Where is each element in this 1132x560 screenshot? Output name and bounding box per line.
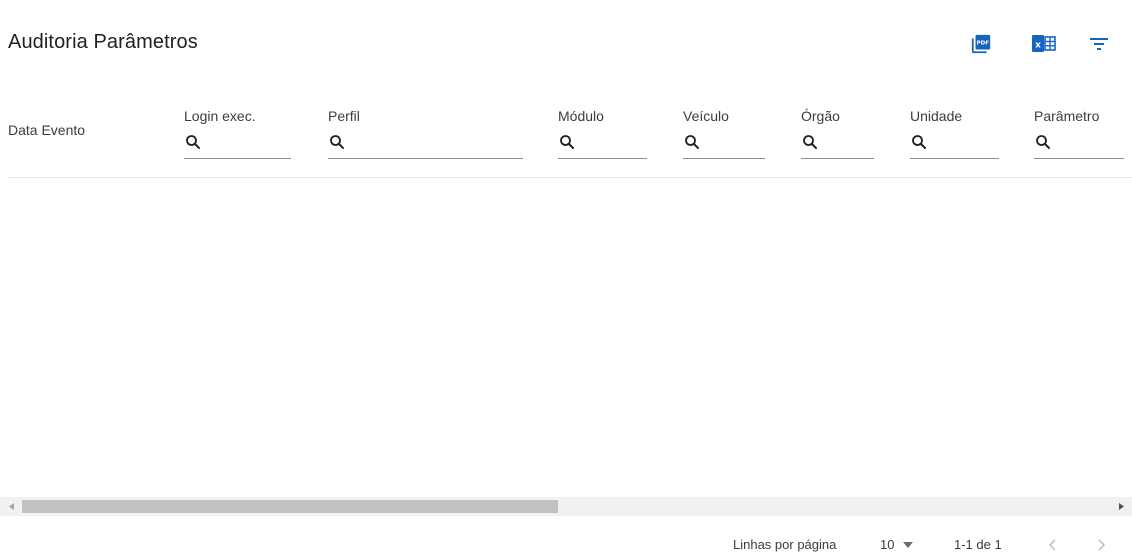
unidade-filter-input[interactable] xyxy=(910,132,999,159)
column-label[interactable]: Login exec. xyxy=(184,108,256,124)
pdf-icon: PDF xyxy=(971,34,991,54)
chevron-right-icon xyxy=(1098,539,1106,551)
filter-button[interactable] xyxy=(1085,30,1113,58)
column-label[interactable]: Perfil xyxy=(328,108,360,124)
search-icon xyxy=(685,135,699,149)
page-title: Auditoria Parâmetros xyxy=(8,31,198,53)
rows-per-page-select[interactable]: 10 xyxy=(880,537,914,552)
login-exec-filter-input[interactable] xyxy=(184,132,291,159)
search-icon xyxy=(803,135,817,149)
horizontal-scrollbar[interactable] xyxy=(0,497,1132,516)
caret-down-icon xyxy=(903,541,914,548)
rows-per-page-value: 10 xyxy=(880,537,895,552)
search-icon xyxy=(330,135,344,149)
table-body xyxy=(8,179,1132,497)
next-page-button[interactable] xyxy=(1092,534,1112,556)
perfil-filter-input[interactable] xyxy=(328,132,523,159)
svg-text:PDF: PDF xyxy=(977,40,990,46)
export-excel-button[interactable]: x xyxy=(1030,30,1058,58)
pagination-range: 1-1 de 1 xyxy=(954,537,1002,552)
export-pdf-button[interactable]: PDF xyxy=(967,30,995,58)
column-label[interactable]: Veículo xyxy=(683,108,729,124)
audit-parameters-panel: Auditoria Parâmetros PDF x Data Evento L… xyxy=(0,0,1132,560)
triangle-right-icon xyxy=(1118,503,1124,510)
scrollbar-thumb[interactable] xyxy=(22,500,558,513)
rows-per-page-label: Linhas por página xyxy=(733,537,837,552)
excel-icon: x xyxy=(1032,35,1056,52)
previous-page-button[interactable] xyxy=(1042,534,1062,556)
filter-icon xyxy=(1090,38,1108,50)
column-label: Data Evento xyxy=(8,122,86,138)
column-label[interactable]: Parâmetro xyxy=(1034,108,1099,124)
modulo-filter-input[interactable] xyxy=(558,132,647,159)
search-icon xyxy=(1036,135,1050,149)
column-label[interactable]: Módulo xyxy=(558,108,604,124)
veiculo-filter-input[interactable] xyxy=(683,132,765,159)
scroll-right-arrow[interactable] xyxy=(1113,497,1129,516)
triangle-left-icon xyxy=(8,503,14,510)
column-label[interactable]: Órgão xyxy=(801,108,840,124)
scroll-left-arrow[interactable] xyxy=(3,497,19,516)
search-icon xyxy=(560,135,574,149)
parametro-filter-input[interactable] xyxy=(1034,132,1124,159)
svg-text:x: x xyxy=(1035,41,1041,51)
chevron-left-icon xyxy=(1048,539,1056,551)
search-icon xyxy=(186,135,200,149)
pagination-footer: Linhas por página 10 1-1 de 1 xyxy=(0,530,1132,560)
orgao-filter-input[interactable] xyxy=(801,132,874,159)
table-header: Data Evento Login exec. Perfil Módulo Ve… xyxy=(8,78,1132,178)
search-icon xyxy=(912,135,926,149)
column-label[interactable]: Unidade xyxy=(910,108,962,124)
